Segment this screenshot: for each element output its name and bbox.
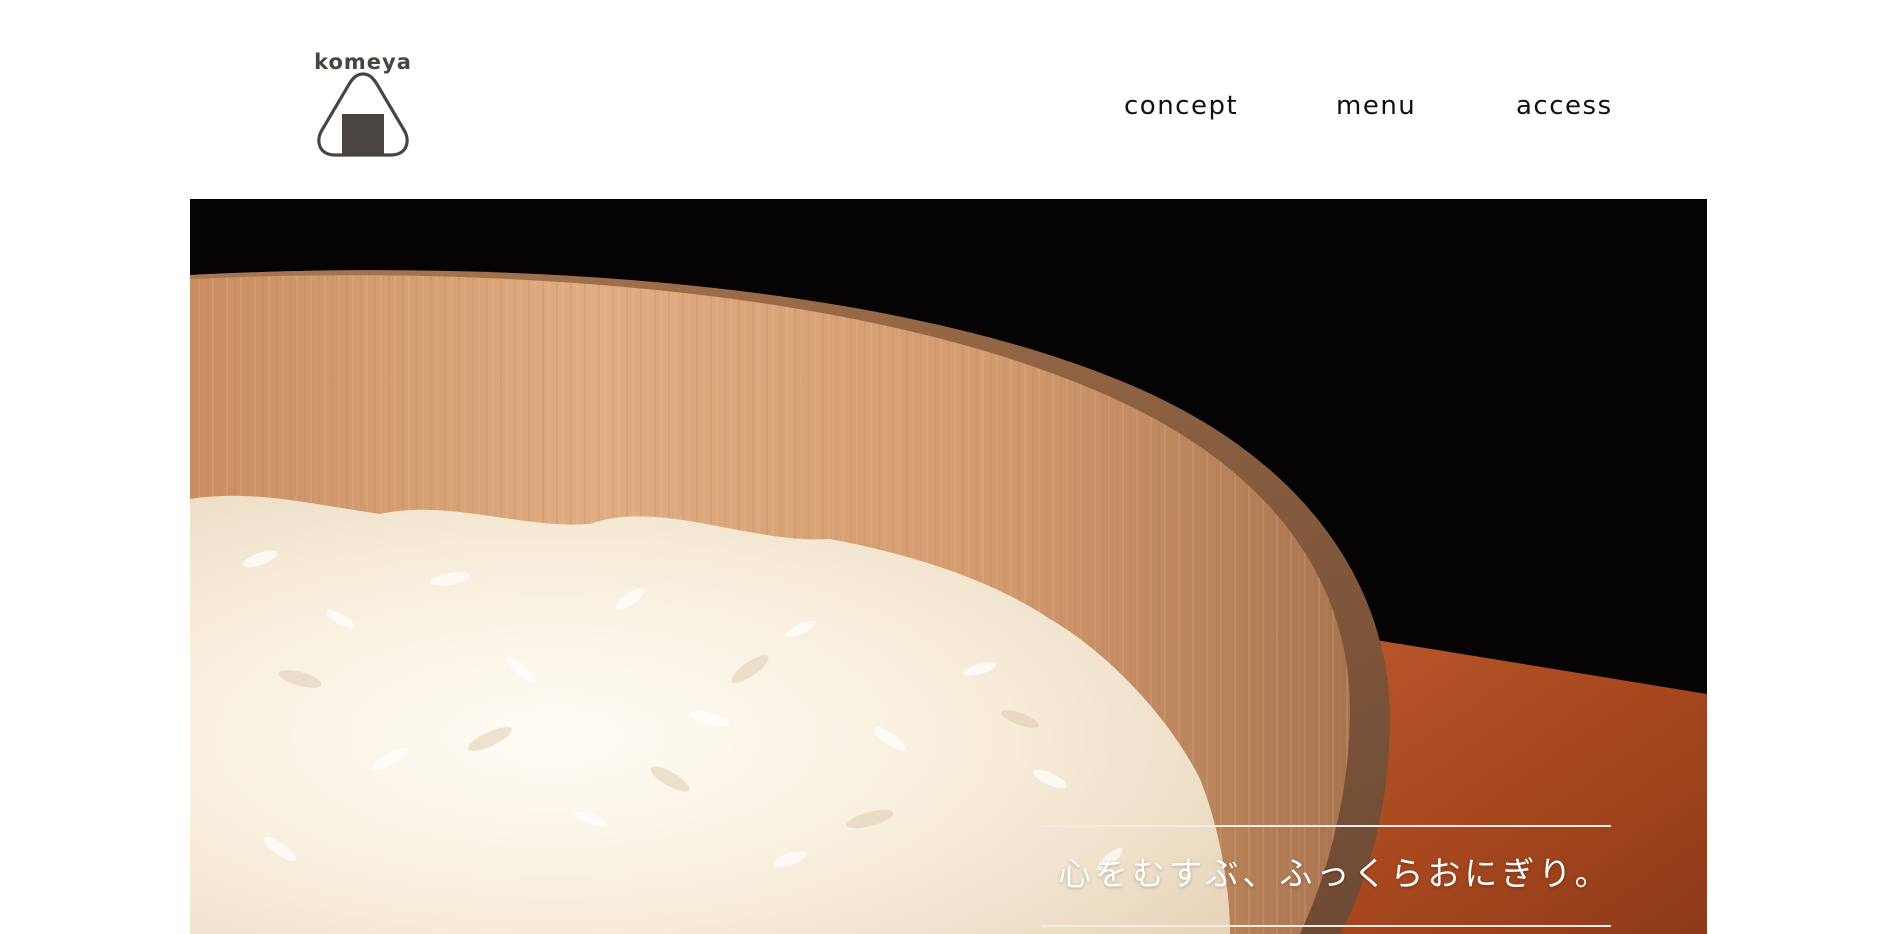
page: komeya concept menu access 心をむすぶ、ふっくらおにぎ… xyxy=(0,0,1893,934)
hero-image-rice-tub xyxy=(190,199,1707,934)
hero-tagline: 心をむすぶ、ふっくらおにぎり。 xyxy=(1058,854,1612,893)
onigiri-icon xyxy=(317,72,409,157)
nav-item-menu[interactable]: menu xyxy=(1336,88,1416,124)
tagline-box: 心をむすぶ、ふっくらおにぎり。 xyxy=(1041,825,1612,927)
site-header: komeya concept menu access xyxy=(0,0,1893,199)
nav-item-concept[interactable]: concept xyxy=(1124,88,1238,124)
hero-section: 心をむすぶ、ふっくらおにぎり。 xyxy=(190,199,1707,934)
nav-item-access[interactable]: access xyxy=(1516,88,1613,124)
tagline-divider-top xyxy=(1041,825,1611,827)
logo-link[interactable]: komeya xyxy=(308,50,418,158)
tagline-divider-bottom xyxy=(1041,925,1611,927)
